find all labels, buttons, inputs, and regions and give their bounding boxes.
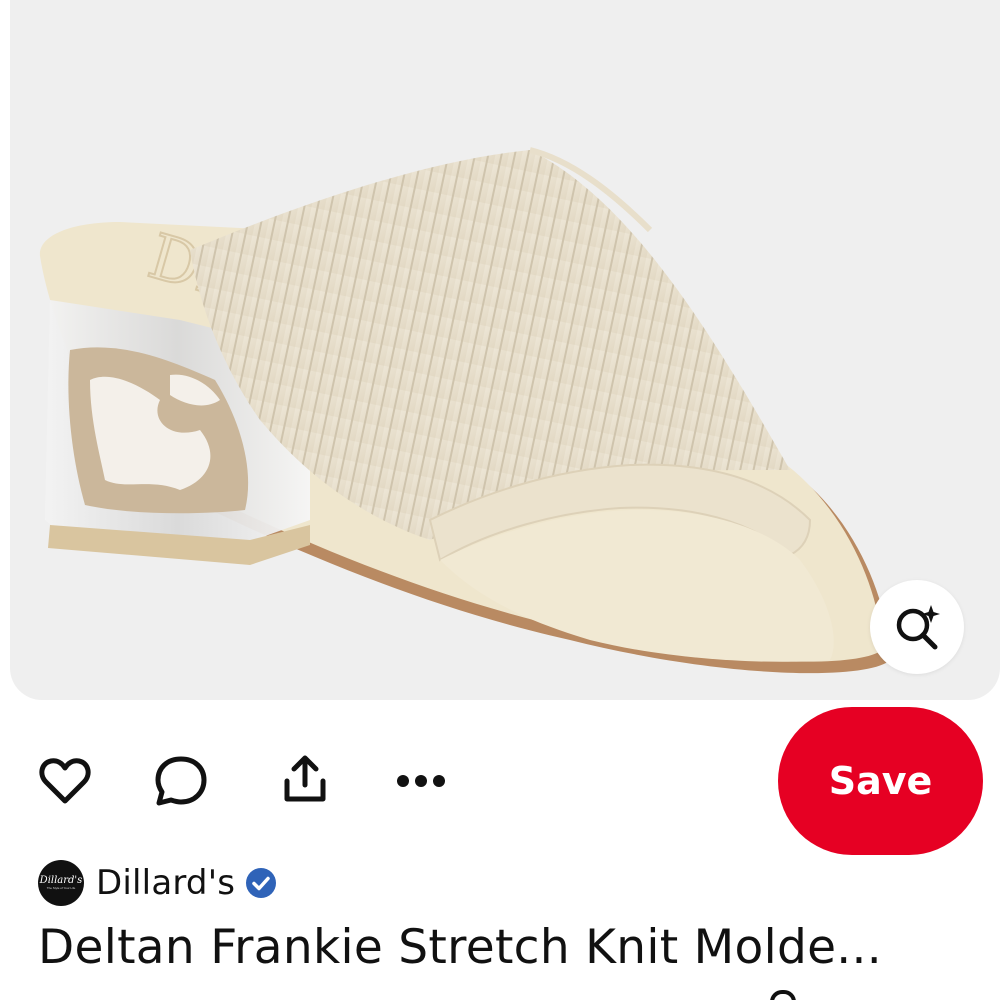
verified-check-icon: [246, 868, 277, 898]
pin-image[interactable]: DEL: [10, 0, 1000, 700]
pin-title: Deltan Frankie Stretch Knit Molde...: [38, 920, 883, 975]
share-button[interactable]: [276, 750, 334, 808]
avatar-logo-text: Dillard's: [39, 875, 83, 886]
heart-button[interactable]: [36, 752, 94, 810]
save-button[interactable]: Save: [778, 707, 983, 855]
heart-outline-icon: [39, 758, 91, 804]
creator-avatar[interactable]: Dillard's The Style of Your Life: [38, 860, 84, 906]
avatar-logo-tagline: The Style of Your Life: [46, 886, 76, 890]
visual-search-sparkle-icon: [896, 605, 940, 650]
more-options-button[interactable]: [392, 752, 450, 810]
comment-bubble-icon: [155, 756, 207, 806]
comment-button[interactable]: [152, 752, 210, 810]
creator-name[interactable]: Dillard's: [96, 863, 235, 903]
visual-search-button[interactable]: [870, 580, 964, 674]
more-horizontal-icon: [397, 775, 445, 787]
sandal-illustration: DEL: [39, 147, 891, 674]
creator-row[interactable]: Dillard's The Style of Your Life Dillard…: [38, 858, 277, 908]
partial-icon-cutoff: [770, 990, 796, 1000]
share-upload-icon: [284, 755, 326, 802]
